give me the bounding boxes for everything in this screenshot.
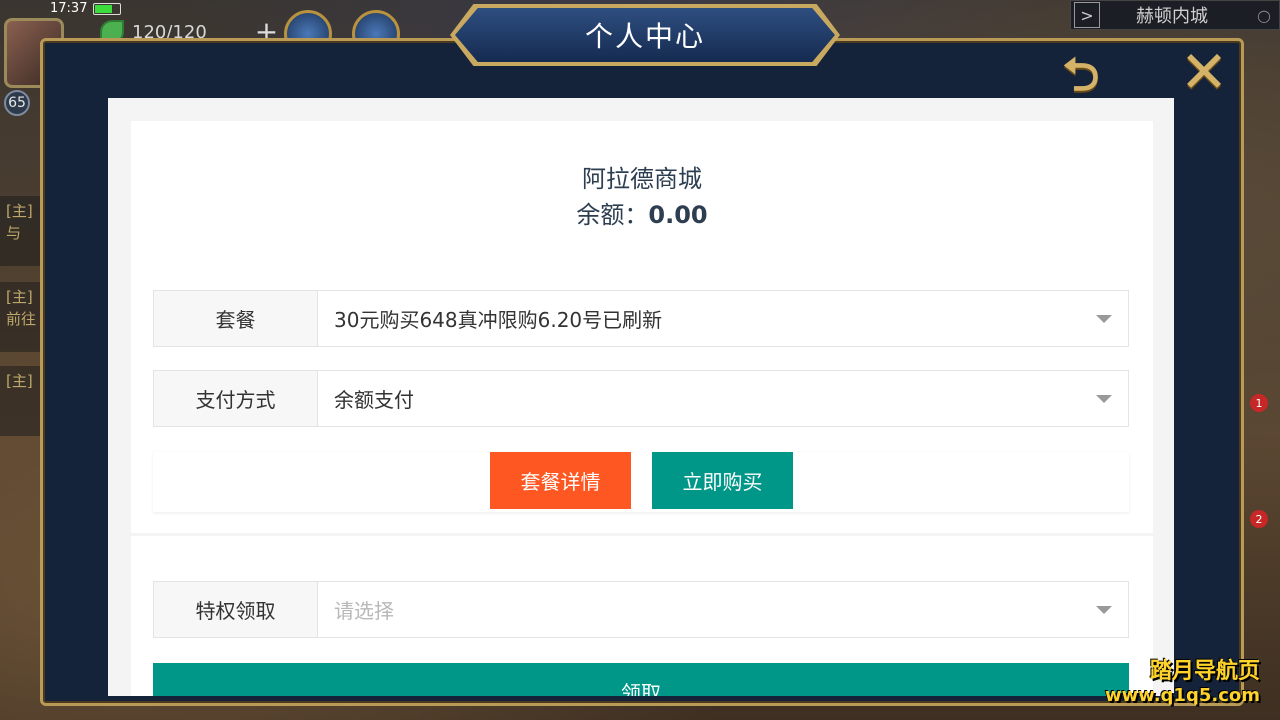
buy-now-button[interactable]: 立即购买 <box>652 452 793 509</box>
payment-select[interactable]: 余额支付 <box>318 371 1128 426</box>
watermark-line1: 踏月导航页 <box>1149 659 1260 684</box>
quest-tag: [主] <box>6 288 33 306</box>
action-button-bar: 套餐详情 立即购买 <box>153 452 1129 512</box>
privilege-label: 特权领取 <box>154 582 318 637</box>
back-arrow-icon: ⮌ <box>1062 47 1100 101</box>
quest-item-3[interactable]: [主] <box>0 366 44 436</box>
back-button[interactable]: ⮌ <box>1044 50 1118 98</box>
privilege-card: 特权领取 请选择 领取 <box>131 536 1153 696</box>
notification-badge: 2 <box>1250 510 1268 528</box>
quest-item-1[interactable]: [主] 与 <box>0 196 44 266</box>
city-name: 赫顿内城 <box>1136 6 1208 27</box>
dropdown-caret-icon <box>1096 314 1112 323</box>
close-button[interactable]: ✕ <box>1176 38 1232 106</box>
package-select-row[interactable]: 套餐 30元购买648真冲限购6.20号已刷新 <box>153 290 1129 347</box>
balance-label: 余额： <box>576 201 649 229</box>
package-label: 套餐 <box>154 291 318 346</box>
purchase-card: 阿拉德商城 余额：0.00 套餐 30元购买648真冲限购6.20号已刷新 支付… <box>131 121 1153 533</box>
city-bar[interactable]: > 赫顿内城 ○ <box>1070 0 1280 30</box>
dropdown-caret-icon <box>1096 394 1112 403</box>
package-select[interactable]: 30元购买648真冲限购6.20号已刷新 <box>318 291 1128 346</box>
quest-tag: [主] <box>6 372 33 390</box>
privilege-placeholder: 请选择 <box>334 599 394 623</box>
balance-display: 余额：0.00 <box>131 195 1153 230</box>
payment-label: 支付方式 <box>154 371 318 426</box>
claim-button[interactable]: 领取 <box>153 663 1129 696</box>
payment-value: 余额支付 <box>334 388 414 412</box>
level-badge: 65 <box>4 90 30 116</box>
quest-tag: [主] <box>6 202 33 220</box>
quest-text: 前往 <box>6 310 37 328</box>
privilege-select[interactable]: 请选择 <box>318 582 1128 637</box>
shop-name: 阿拉德商城 <box>582 165 702 193</box>
payment-select-row[interactable]: 支付方式 余额支付 <box>153 370 1129 427</box>
watermark-line2: www.q1q5.com <box>1104 685 1260 706</box>
clock: 17:37 <box>50 1 88 16</box>
package-value: 30元购买648真冲限购6.20号已刷新 <box>334 308 663 332</box>
quest-text: 与 <box>6 224 22 242</box>
package-detail-button[interactable]: 套餐详情 <box>490 452 631 509</box>
dialog-title: 个人中心 <box>455 8 835 62</box>
privilege-select-row[interactable]: 特权领取 请选择 <box>153 581 1129 638</box>
expand-arrow-icon[interactable]: > <box>1074 2 1100 28</box>
shop-webview: 阿拉德商城 余额：0.00 套餐 30元购买648真冲限购6.20号已刷新 支付… <box>108 98 1174 696</box>
dropdown-caret-icon <box>1096 605 1112 614</box>
quest-item-2[interactable]: [主] 前往 <box>0 282 44 352</box>
watermark: 踏月导航页 www.q1q5.com <box>1105 653 1260 706</box>
battery-icon <box>93 3 121 15</box>
close-x-icon: ✕ <box>1179 38 1229 106</box>
balance-value: 0.00 <box>648 201 708 229</box>
notification-badge: 1 <box>1250 394 1268 412</box>
search-icon[interactable]: ○ <box>1257 6 1271 25</box>
